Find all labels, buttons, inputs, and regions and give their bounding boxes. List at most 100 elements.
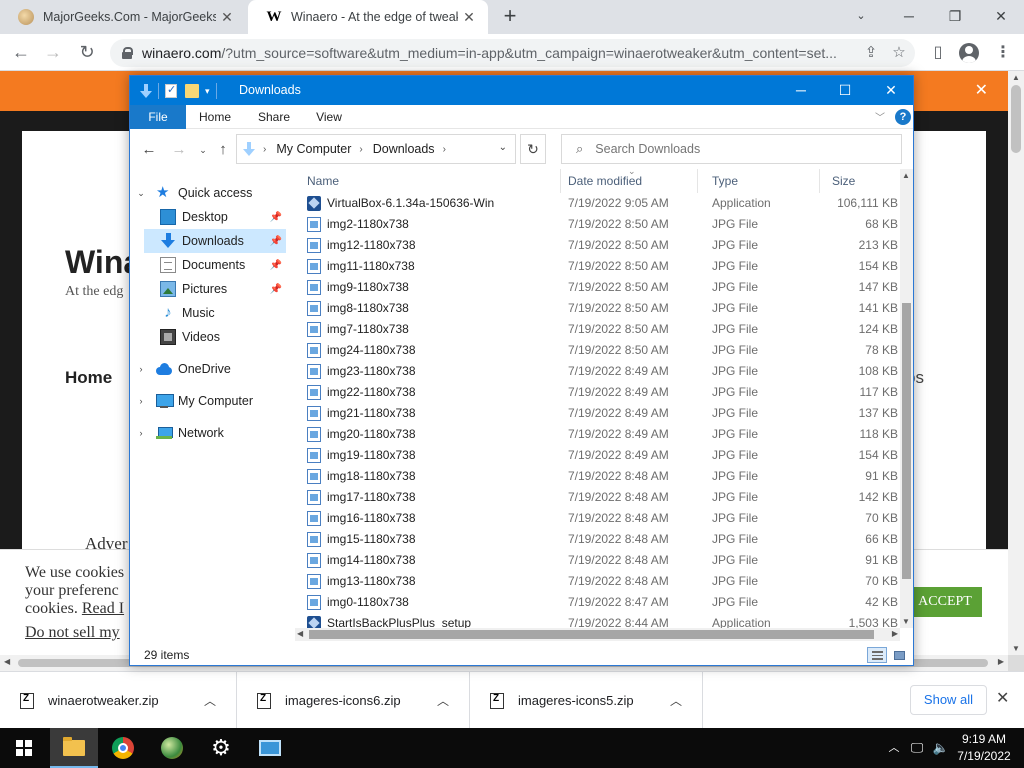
menu-home-link[interactable]: Home	[65, 368, 112, 388]
scroll-down-icon[interactable]: ▼	[902, 617, 910, 626]
file-name-cell[interactable]: img20-1180x738	[307, 424, 561, 445]
start-button[interactable]	[0, 728, 48, 768]
file-row[interactable]: img20-1180x738 7/19/2022 8:49 AM JPG File 1…	[295, 424, 898, 445]
tab-file[interactable]: File	[130, 105, 186, 129]
close-download-shelf-icon[interactable]: ✕	[996, 688, 1009, 708]
show-hidden-icons-chevron-up-icon[interactable]: ︿	[884, 728, 904, 768]
forward-button[interactable]: →	[168, 139, 190, 161]
download-item[interactable]: imageres-icons6.zip ︿	[237, 672, 470, 729]
network-icon[interactable]: 🖵	[906, 728, 928, 768]
column-header-date-modified[interactable]: Date modified	[556, 169, 698, 193]
file-row[interactable]: img9-1180x738 7/19/2022 8:50 AM JPG File 14…	[295, 277, 898, 298]
file-name-cell[interactable]: img14-1180x738	[307, 550, 561, 571]
file-name-cell[interactable]: VirtualBox-6.1.34a-150636-Win	[307, 193, 561, 214]
taskbar-globe-app[interactable]	[148, 728, 196, 768]
recent-locations-chevron-down-icon[interactable]: ⌄	[192, 139, 214, 161]
refresh-button[interactable]: ↻	[520, 134, 546, 164]
minimize-button[interactable]: ─	[778, 76, 824, 105]
file-row[interactable]: img7-1180x738 7/19/2022 8:50 AM JPG File 12…	[295, 319, 898, 340]
scroll-thumb[interactable]	[309, 630, 874, 639]
restore-button[interactable]: ❐	[932, 0, 978, 34]
scroll-left-icon[interactable]: ◀	[297, 629, 303, 638]
new-tab-button[interactable]: +	[498, 5, 522, 29]
file-row[interactable]: img21-1180x738 7/19/2022 8:49 AM JPG File 1…	[295, 403, 898, 424]
file-row[interactable]: img8-1180x738 7/19/2022 8:50 AM JPG File 14…	[295, 298, 898, 319]
tab-winaero[interactable]: W Winaero - At the edge of tweaking ✕	[248, 0, 488, 34]
file-name-cell[interactable]: img17-1180x738	[307, 487, 561, 508]
file-name-cell[interactable]: img23-1180x738	[307, 361, 561, 382]
file-row[interactable]: img13-1180x738 7/19/2022 8:48 AM JPG File 7…	[295, 571, 898, 592]
file-name-cell[interactable]: img15-1180x738	[307, 529, 561, 550]
share-icon[interactable]: ⇪	[859, 41, 883, 65]
file-name-cell[interactable]: img2-1180x738	[307, 214, 561, 235]
chevron-up-icon[interactable]: ︿	[666, 692, 686, 709]
file-row[interactable]: img23-1180x738 7/19/2022 8:49 AM JPG File 1…	[295, 361, 898, 382]
search-input[interactable]	[595, 142, 876, 156]
file-name-cell[interactable]: img12-1180x738	[307, 235, 561, 256]
details-view-button[interactable]	[867, 647, 887, 663]
nav-documents[interactable]: Documents 📌	[144, 253, 286, 277]
file-list-vertical-scrollbar[interactable]: ▲ ▼	[900, 169, 913, 628]
close-notification-icon[interactable]: ✕	[975, 80, 988, 100]
column-header-name[interactable]: Name	[295, 169, 561, 193]
download-filename[interactable]: winaerotweaker.zip	[48, 693, 200, 708]
download-item[interactable]: winaerotweaker.zip ︿	[0, 672, 237, 729]
chrome-menu-icon[interactable]: ⋮	[990, 40, 1016, 66]
profile-avatar[interactable]	[956, 40, 982, 66]
maximize-button[interactable]: ☐	[822, 76, 868, 105]
close-tab-icon[interactable]: ✕	[458, 9, 480, 26]
tab-view[interactable]: View	[306, 105, 352, 129]
file-row[interactable]: img15-1180x738 7/19/2022 8:48 AM JPG File 6…	[295, 529, 898, 550]
file-name-cell[interactable]: img19-1180x738	[307, 445, 561, 466]
side-panel-icon[interactable]: ▯	[925, 40, 951, 66]
close-window-button[interactable]: ✕	[978, 0, 1024, 34]
file-row[interactable]: img0-1180x738 7/19/2022 8:47 AM JPG File 42…	[295, 592, 898, 613]
file-name-cell[interactable]: img0-1180x738	[307, 592, 561, 613]
nav-pictures[interactable]: Pictures 📌	[144, 277, 286, 301]
file-name-cell[interactable]: img22-1180x738	[307, 382, 561, 403]
tab-home[interactable]: Home	[192, 105, 238, 129]
back-button[interactable]: ←	[138, 139, 160, 161]
close-tab-icon[interactable]: ✕	[216, 9, 238, 26]
large-icons-view-button[interactable]	[889, 647, 909, 663]
scroll-down-icon[interactable]: ▼	[1012, 644, 1020, 653]
address-history-chevron-down-icon[interactable]: ⌄	[499, 142, 507, 153]
download-item[interactable]: imageres-icons5.zip ︿	[470, 672, 703, 729]
tab-search-icon[interactable]: ⌄	[838, 0, 884, 34]
collapse-chevron-icon[interactable]: ⌄	[134, 188, 148, 199]
minimize-button[interactable]: ─	[886, 0, 932, 34]
file-list-horizontal-scrollbar[interactable]: ◀ ▶	[295, 628, 900, 641]
cookie-read-more-link[interactable]: Read I	[82, 600, 124, 617]
scroll-up-icon[interactable]: ▲	[902, 171, 910, 180]
breadcrumb-separator-icon[interactable]: ›	[263, 144, 266, 155]
close-button[interactable]: ✕	[868, 76, 914, 105]
file-row[interactable]: img12-1180x738 7/19/2022 8:50 AM JPG File 2…	[295, 235, 898, 256]
nav-network[interactable]: › Network	[134, 421, 284, 445]
tab-majorgeeks[interactable]: MajorGeeks.Com - MajorGeeks ✕	[0, 0, 246, 34]
file-row[interactable]: img2-1180x738 7/19/2022 8:50 AM JPG File 68…	[295, 214, 898, 235]
nav-music[interactable]: ♪ Music	[144, 301, 286, 325]
taskbar-file-explorer[interactable]	[50, 728, 98, 768]
file-row[interactable]: img22-1180x738 7/19/2022 8:49 AM JPG File 1…	[295, 382, 898, 403]
expand-ribbon-chevron-down-icon[interactable]: ﹀	[875, 109, 885, 124]
file-name-cell[interactable]: img21-1180x738	[307, 403, 561, 424]
up-button[interactable]: ↑	[212, 139, 234, 161]
scroll-left-icon[interactable]: ◀	[4, 657, 10, 666]
new-folder-icon[interactable]	[185, 84, 199, 98]
breadcrumb-separator-icon[interactable]: ›	[359, 144, 362, 155]
back-button[interactable]: ←	[8, 40, 34, 66]
column-header-type[interactable]: Type	[700, 169, 820, 193]
taskbar-chrome[interactable]	[99, 728, 147, 768]
page-vertical-scrollbar[interactable]: ▲ ▼	[1008, 71, 1024, 655]
file-row[interactable]: img11-1180x738 7/19/2022 8:50 AM JPG File 1…	[295, 256, 898, 277]
show-all-downloads-button[interactable]: Show all	[910, 685, 987, 715]
file-row[interactable]: img19-1180x738 7/19/2022 8:49 AM JPG File 1…	[295, 445, 898, 466]
address-bar[interactable]: winaero.com/?utm_source=software&utm_med…	[110, 39, 915, 67]
scroll-thumb[interactable]	[1011, 85, 1021, 153]
volume-icon[interactable]: 🔈	[930, 728, 952, 768]
search-box[interactable]: ⌕	[561, 134, 902, 164]
file-name-cell[interactable]: img13-1180x738	[307, 571, 561, 592]
column-header-size[interactable]: Size	[820, 169, 900, 193]
file-name-cell[interactable]: img24-1180x738	[307, 340, 561, 361]
breadcrumb-my-computer[interactable]: My Computer	[276, 142, 351, 156]
